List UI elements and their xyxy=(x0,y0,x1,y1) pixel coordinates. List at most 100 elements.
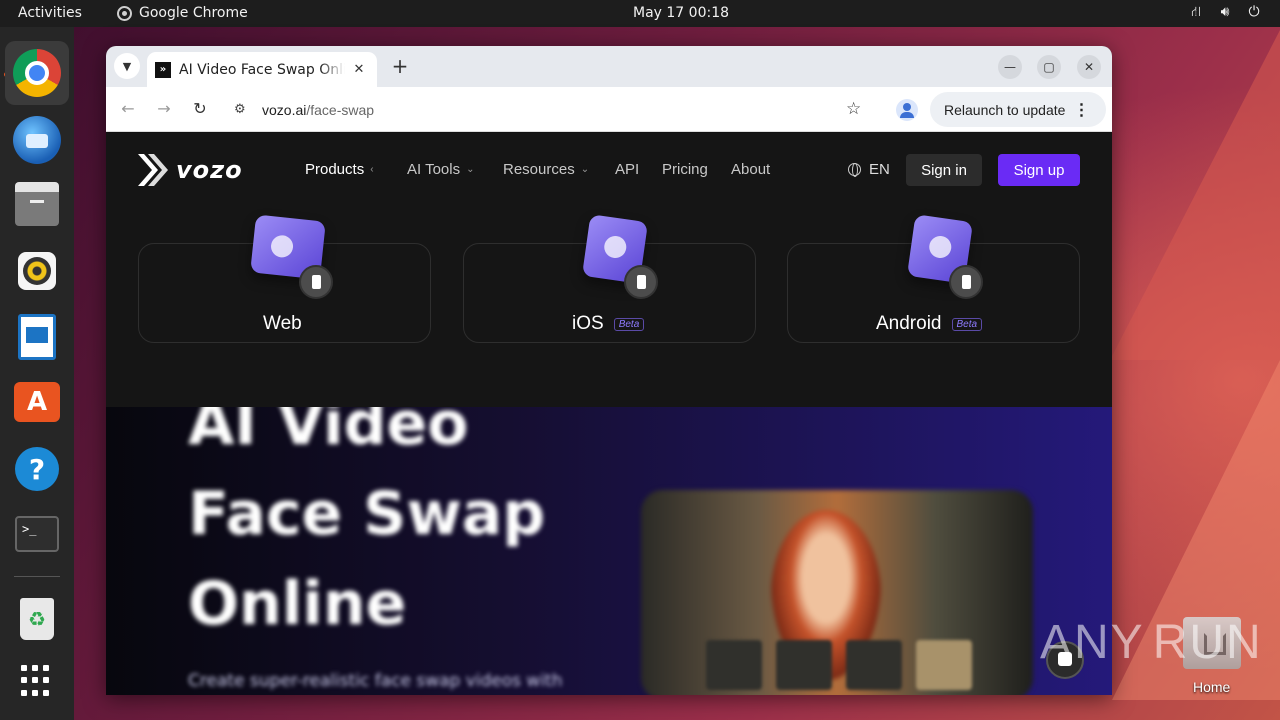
chrome-window: ▼ » AI Video Face Swap Online ✕ + — ▢ ✕ … xyxy=(106,46,1112,695)
maximize-button[interactable]: ▢ xyxy=(1037,55,1061,79)
minimize-button[interactable]: — xyxy=(998,55,1022,79)
dock-thunderbird[interactable] xyxy=(5,108,69,172)
nav-label: Resources xyxy=(503,161,575,178)
dock-trash[interactable]: ♻ xyxy=(5,587,69,651)
face-thumbnail[interactable] xyxy=(846,640,902,690)
language-selector[interactable]: EN xyxy=(848,161,890,178)
language-label: EN xyxy=(869,161,890,178)
dock-files[interactable] xyxy=(5,174,69,238)
nav-label: Products xyxy=(305,161,365,178)
nav-pricing[interactable]: Pricing xyxy=(662,161,708,178)
tab-title: AI Video Face Swap Online xyxy=(179,61,345,78)
close-window-button[interactable]: ✕ xyxy=(1077,55,1101,79)
volume-icon[interactable]: 🔊︎ xyxy=(1217,4,1233,22)
brand-name: vozo xyxy=(176,156,243,184)
platform-label-ios[interactable]: iOS Beta xyxy=(572,313,645,335)
trash-icon: ♻ xyxy=(20,598,54,640)
close-tab-icon[interactable]: ✕ xyxy=(349,62,369,77)
url-path: /face-swap xyxy=(306,101,375,118)
new-tab-button[interactable]: + xyxy=(388,54,412,78)
wallpaper-facet xyxy=(1110,30,1280,360)
relaunch-label: Relaunch to update xyxy=(944,101,1066,118)
hero-subtitle: Create super-realistic face swap videos … xyxy=(188,671,563,691)
beta-badge: Beta xyxy=(613,317,645,331)
sign-in-button[interactable]: Sign in xyxy=(906,154,982,186)
sign-up-button[interactable]: Sign up xyxy=(998,154,1080,186)
hero-line: AI Video xyxy=(188,407,469,459)
terminal-icon: >_ xyxy=(15,516,59,552)
help-icon: ? xyxy=(15,447,59,491)
system-top-bar: Activities Google Chrome May 17 00:18 ⛙ … xyxy=(0,0,1280,27)
power-icon[interactable]: ⏻ xyxy=(1246,4,1262,22)
home-folder-label[interactable]: Home xyxy=(1193,679,1230,695)
dock: A ? >_ ♻ xyxy=(0,27,74,720)
hero-line: Face Swap xyxy=(188,479,546,549)
beta-badge: Beta xyxy=(951,317,983,331)
url-host: vozo.ai xyxy=(262,101,307,118)
vozo-favicon-icon: » xyxy=(155,61,171,78)
kebab-menu-icon: ⋮ xyxy=(1073,101,1090,119)
web-platform-icon[interactable] xyxy=(231,214,341,305)
face-thumbnail[interactable] xyxy=(706,640,762,690)
chevron-down-icon: ⌄ xyxy=(580,164,590,175)
phone-badge-icon xyxy=(949,265,983,299)
nav-about[interactable]: About xyxy=(731,161,770,178)
app-center-icon: A xyxy=(14,382,60,422)
vozo-logo-icon xyxy=(138,154,168,186)
dock-writer[interactable] xyxy=(5,305,69,369)
face-thumbnail[interactable] xyxy=(776,640,832,690)
dock-rhythmbox[interactable] xyxy=(5,239,69,303)
nav-label: AI Tools xyxy=(407,161,461,178)
chrome-icon xyxy=(117,5,132,21)
site-header: vozo Products ‹ AI Tools ⌄ Resources ⌄ API … xyxy=(106,133,1112,208)
chevron-up-icon: ‹ xyxy=(370,164,374,175)
bookmark-star-icon[interactable]: ☆ xyxy=(846,99,861,119)
platform-name: iOS xyxy=(572,313,604,334)
android-platform-icon[interactable] xyxy=(881,214,991,305)
site-info-icon[interactable]: ⚙ xyxy=(234,102,252,117)
nav-ai-tools[interactable]: AI Tools ⌄ xyxy=(407,161,474,178)
profile-avatar-icon[interactable] xyxy=(896,99,918,121)
dock-terminal[interactable]: >_ xyxy=(5,502,69,566)
nav-resources[interactable]: Resources ⌄ xyxy=(503,161,589,178)
clock[interactable]: May 17 00:18 xyxy=(633,5,729,21)
thunderbird-icon xyxy=(13,116,61,164)
watermark-text: ANY xyxy=(1040,615,1145,669)
address-bar[interactable]: ⚙ vozo.ai/face-swap xyxy=(226,92,881,127)
nav-label: About xyxy=(731,161,771,178)
vozo-logo[interactable]: vozo xyxy=(138,154,243,186)
chevron-down-icon: ⌄ xyxy=(466,164,475,175)
rhythmbox-icon xyxy=(18,252,56,290)
globe-icon xyxy=(848,163,861,177)
activities-button[interactable]: Activities xyxy=(18,5,82,21)
nav-products[interactable]: Products ‹ xyxy=(305,161,374,178)
dock-chrome[interactable] xyxy=(5,41,69,105)
url-text: vozo.ai/face-swap xyxy=(262,102,374,118)
show-apps-icon xyxy=(21,665,53,697)
nav-api[interactable]: API xyxy=(615,161,639,178)
tab-active[interactable]: » AI Video Face Swap Online ✕ xyxy=(147,52,377,87)
dock-help[interactable]: ? xyxy=(5,437,69,501)
phone-badge-icon xyxy=(624,265,658,299)
app-menu[interactable]: Google Chrome xyxy=(117,5,248,21)
nav-label: API xyxy=(615,161,640,178)
ios-platform-icon[interactable] xyxy=(556,214,666,305)
relaunch-to-update-button[interactable]: Relaunch to update ⋮ xyxy=(930,92,1106,127)
system-tray[interactable]: ⛙ 🔊︎ ⏻ xyxy=(1188,4,1262,22)
platform-label-web[interactable]: Web xyxy=(263,313,302,335)
anyrun-watermark: ANY RUN xyxy=(1040,610,1261,674)
face-thumbnails xyxy=(706,640,972,690)
reload-button[interactable]: ↻ xyxy=(189,98,211,120)
dock-app-center[interactable]: A xyxy=(5,370,69,434)
network-icon[interactable]: ⛙ xyxy=(1188,4,1204,22)
tab-strip: ▼ » AI Video Face Swap Online ✕ + — ▢ ✕ xyxy=(106,46,1112,87)
dock-separator xyxy=(14,576,60,577)
platform-name: Android xyxy=(876,313,942,334)
files-icon xyxy=(15,182,59,226)
platform-label-android[interactable]: Android Beta xyxy=(876,313,983,335)
back-button[interactable]: ← xyxy=(117,98,139,120)
dock-show-apps[interactable] xyxy=(5,649,69,713)
tab-search-button[interactable]: ▼ xyxy=(114,53,140,79)
face-thumbnail[interactable] xyxy=(916,640,972,690)
forward-button[interactable]: → xyxy=(153,98,175,120)
